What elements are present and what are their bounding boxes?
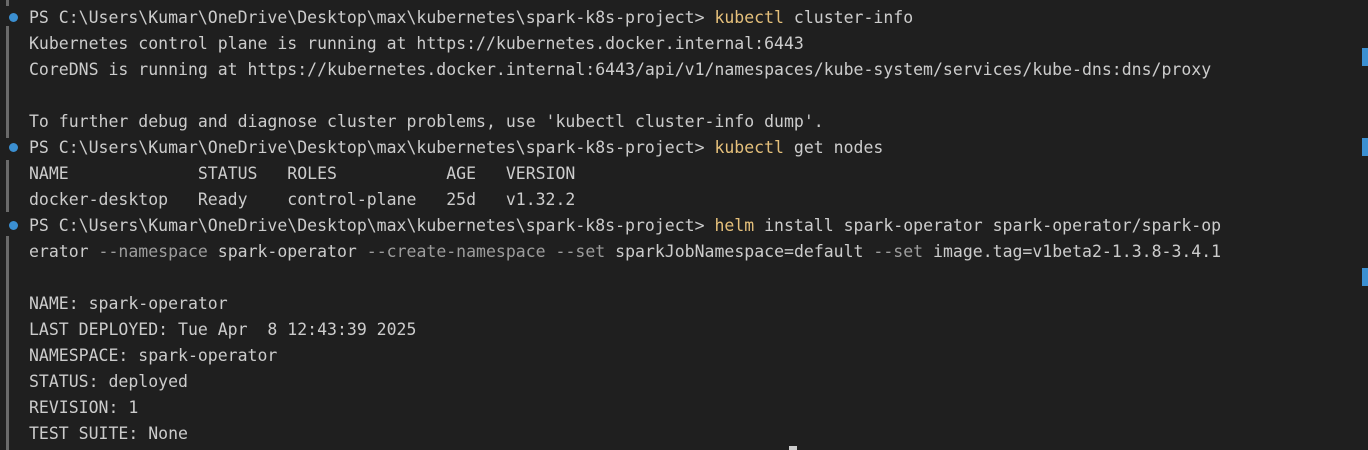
command-flag: --create-namespace bbox=[366, 242, 546, 261]
prompt-path: PS C:\Users\Kumar\OneDrive\Desktop\max\k… bbox=[29, 138, 715, 157]
output-line: TEST SUITE: None bbox=[29, 424, 188, 443]
prompt-line: PS C:\Users\Kumar\OneDrive\Desktop\max\k… bbox=[29, 5, 913, 31]
command-name: kubectl bbox=[714, 138, 784, 157]
command-name: kubectl bbox=[714, 8, 784, 27]
output-line: To further debug and diagnose cluster pr… bbox=[29, 112, 824, 131]
gutter-bar bbox=[6, 0, 9, 6]
command-args: image.tag=v1beta2-1.3.8-3.4.1 bbox=[923, 242, 1222, 261]
command-success-dot[interactable] bbox=[9, 13, 18, 22]
command-args: cluster-info bbox=[783, 8, 914, 27]
prompt-path: PS C:\Users\Kumar\OneDrive\Desktop\max\k… bbox=[29, 8, 715, 27]
prompt-line: PS C:\Users\Kumar\OneDrive\Desktop\max\k… bbox=[29, 135, 883, 161]
command-args: get nodes bbox=[783, 138, 884, 157]
command-args: spark-operator bbox=[207, 242, 367, 261]
output-line: CoreDNS is running at https://kubernetes… bbox=[29, 60, 1212, 79]
output-line: LAST DEPLOYED: Tue Apr 8 12:43:39 2025 bbox=[29, 320, 417, 339]
output-line: Kubernetes control plane is running at h… bbox=[29, 34, 804, 53]
prompt-path: PS C:\Users\Kumar\OneDrive\Desktop\max\k… bbox=[29, 216, 715, 235]
table-row: docker-desktop Ready control-plane 25d v… bbox=[29, 190, 576, 209]
command-args bbox=[546, 242, 556, 261]
command-success-dot[interactable] bbox=[9, 221, 18, 230]
output-line: NAMESPACE: spark-operator bbox=[29, 346, 278, 365]
gutter-bar bbox=[6, 160, 9, 212]
scrollbar-marker[interactable] bbox=[1362, 138, 1368, 156]
gutter-bar bbox=[6, 236, 9, 450]
command-args: sparkJobNamespace=default bbox=[605, 242, 874, 261]
command-flag: --set bbox=[873, 242, 924, 261]
command-args: install spark-operator spark-operator/sp… bbox=[754, 216, 1222, 235]
prompt-line: PS C:\Users\Kumar\OneDrive\Desktop\max\k… bbox=[29, 213, 1221, 239]
command-flag: --namespace bbox=[98, 242, 208, 261]
table-header: NAME STATUS ROLES AGE VERSION bbox=[29, 164, 576, 183]
output-line: REVISION: 1 bbox=[29, 398, 139, 417]
terminal-cursor bbox=[789, 446, 797, 450]
command-success-dot[interactable] bbox=[9, 143, 18, 152]
output-line: STATUS: deployed bbox=[29, 372, 188, 391]
terminal-panel[interactable]: PS C:\Users\Kumar\OneDrive\Desktop\max\k… bbox=[0, 0, 1368, 450]
scrollbar-marker[interactable] bbox=[1362, 48, 1368, 66]
command-name: helm bbox=[714, 216, 755, 235]
command-continuation: erator --namespace spark-operator --crea… bbox=[29, 239, 1221, 265]
gutter-bar bbox=[6, 26, 9, 138]
scrollbar-marker[interactable] bbox=[1362, 268, 1368, 286]
command-args: erator bbox=[29, 242, 99, 261]
output-line: NAME: spark-operator bbox=[29, 294, 228, 313]
command-flag: --set bbox=[555, 242, 606, 261]
